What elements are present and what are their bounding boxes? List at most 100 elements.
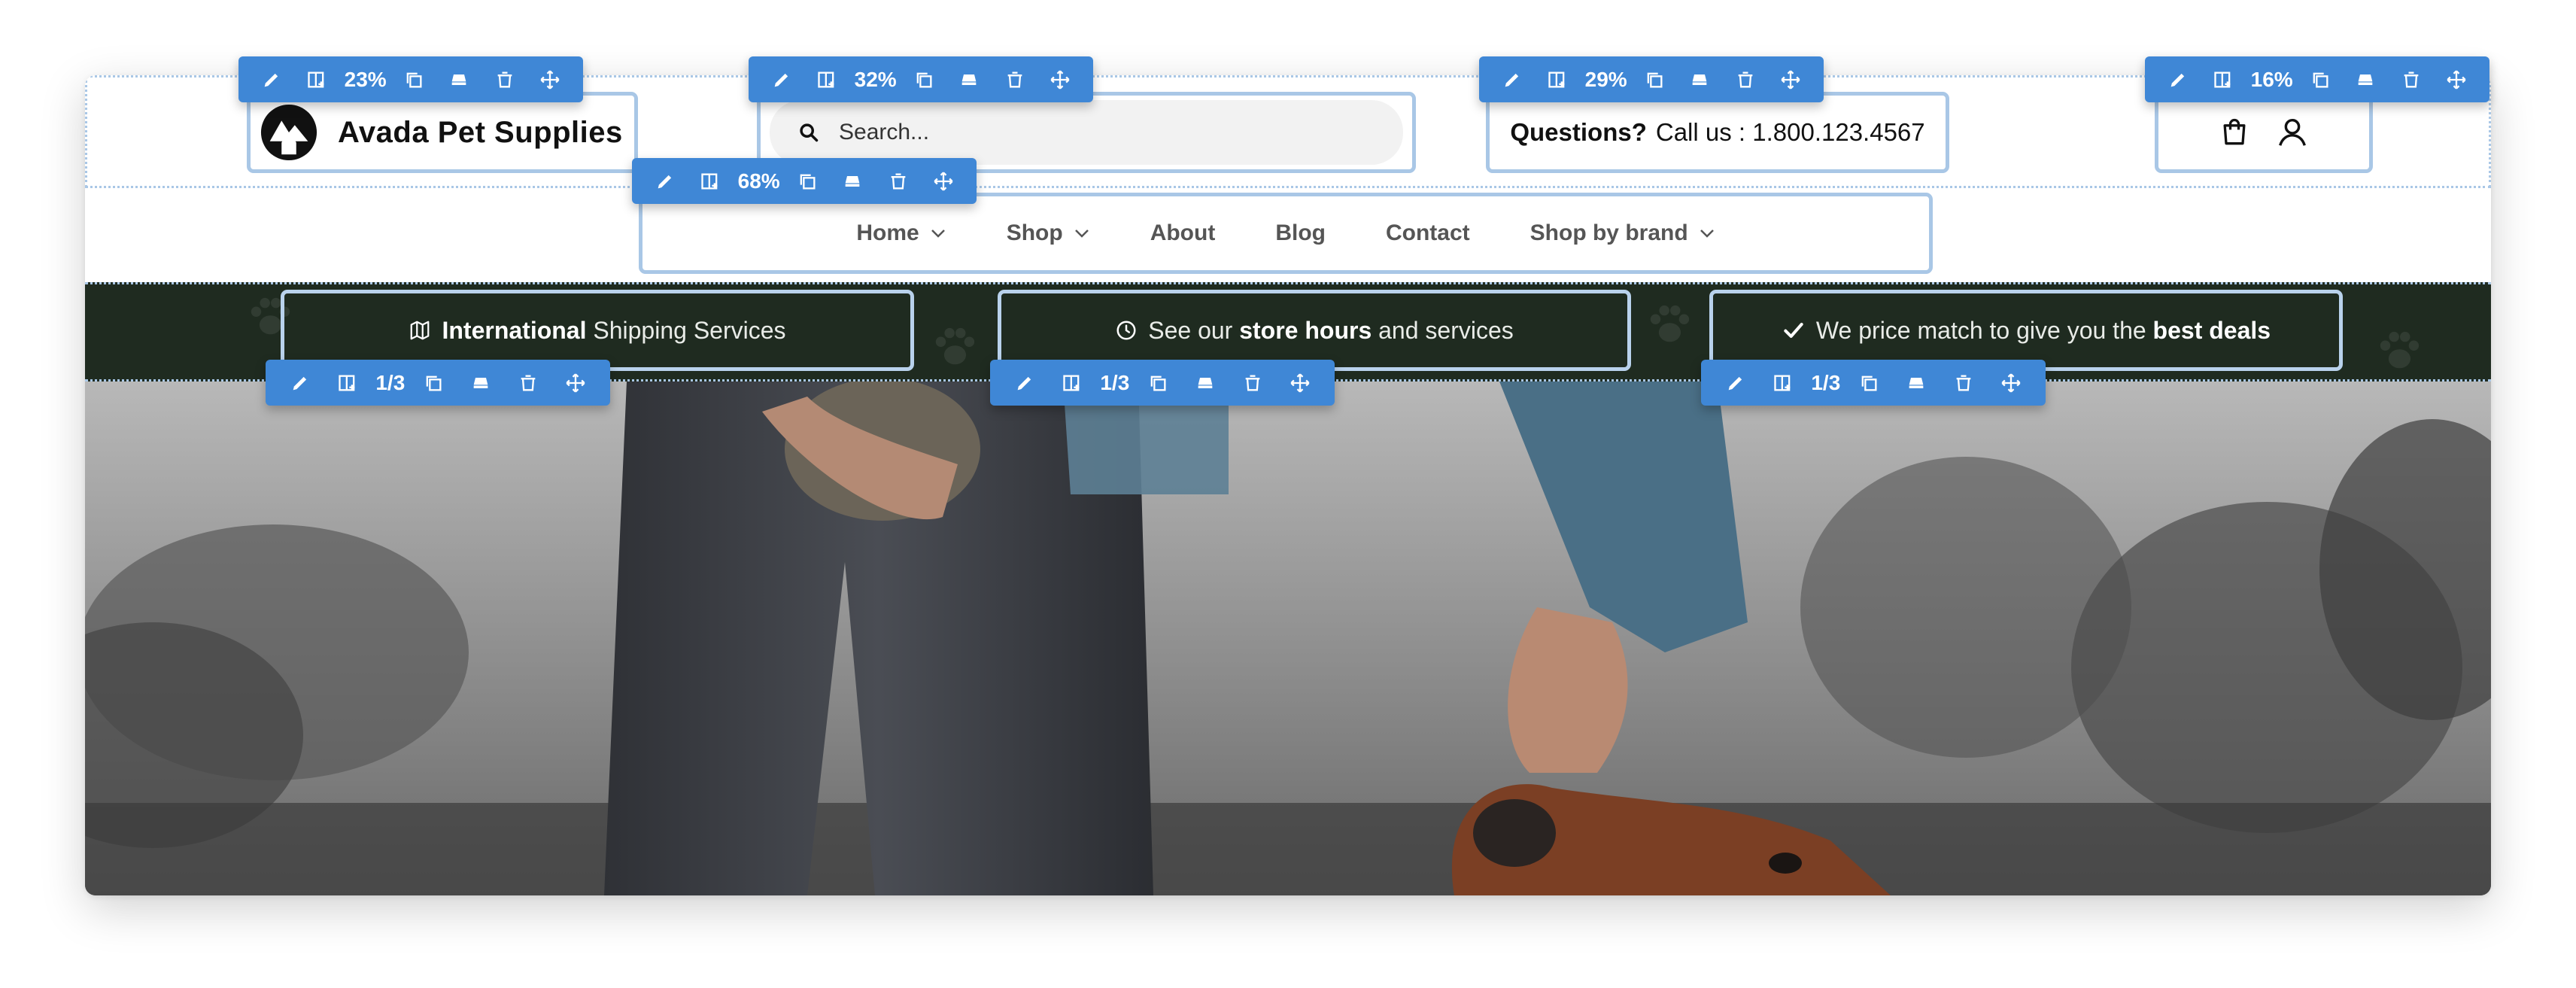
clock-icon	[1116, 321, 1136, 340]
column-settings-icon[interactable]	[804, 56, 849, 102]
save-icon[interactable]	[830, 158, 875, 204]
feature-text: See our store hours and services	[1148, 317, 1514, 345]
feature-price-match[interactable]: We price match to give you the best deal…	[1709, 290, 2343, 371]
move-icon[interactable]	[2434, 56, 2479, 102]
column-settings-icon[interactable]	[1759, 360, 1806, 406]
column-width-label[interactable]: 1/3	[371, 360, 409, 406]
nav-item-about[interactable]: About	[1150, 220, 1216, 246]
column-width-label[interactable]: 16%	[2246, 56, 2298, 102]
builder-canvas: Avada Pet Supplies Search... Questions? …	[85, 75, 2491, 895]
clone-icon[interactable]	[901, 56, 946, 102]
edit-icon[interactable]	[276, 360, 324, 406]
save-icon[interactable]	[436, 56, 481, 102]
column-width-label[interactable]: 23%	[340, 56, 391, 102]
nav-item-home[interactable]: Home	[856, 220, 946, 246]
column-width-label[interactable]: 1/3	[1806, 360, 1845, 406]
save-icon[interactable]	[1677, 56, 1722, 102]
shopping-bag-icon[interactable]	[2218, 116, 2251, 149]
column-width-label[interactable]: 1/3	[1095, 360, 1134, 406]
feature-bold: store hours	[1239, 316, 1372, 344]
column-width-label[interactable]: 29%	[1581, 56, 1632, 102]
clone-icon[interactable]	[391, 56, 436, 102]
save-icon[interactable]	[946, 56, 992, 102]
column-settings-icon[interactable]	[688, 158, 733, 204]
trash-icon[interactable]	[505, 360, 552, 406]
column-toolbar-icons[interactable]: 16%	[2145, 56, 2489, 102]
feature-text: We price match to give you the best deal…	[1816, 317, 2271, 345]
user-icon[interactable]	[2275, 115, 2310, 150]
feature-text: International Shipping Services	[442, 317, 785, 345]
column-width-label[interactable]: 68%	[734, 158, 785, 204]
edit-icon[interactable]	[249, 56, 294, 102]
contact-column[interactable]: Questions? Call us : 1.800.123.4567	[1486, 92, 1949, 173]
save-icon[interactable]	[1892, 360, 1940, 406]
edit-icon[interactable]	[1712, 360, 1759, 406]
nav-label: About	[1150, 220, 1216, 245]
nav-label: Shop by brand	[1530, 220, 1688, 245]
search-icon	[800, 123, 819, 142]
clone-icon[interactable]	[785, 158, 830, 204]
move-icon[interactable]	[1768, 56, 1813, 102]
save-icon[interactable]	[2343, 56, 2388, 102]
trash-icon[interactable]	[992, 56, 1037, 102]
edit-icon[interactable]	[759, 56, 804, 102]
nav-item-shop-by-brand[interactable]: Shop by brand	[1530, 220, 1715, 246]
icons-column[interactable]	[2155, 92, 2373, 173]
column-width-label[interactable]: 32%	[850, 56, 901, 102]
paw-pattern-icon	[1650, 305, 1690, 342]
trash-icon[interactable]	[1229, 360, 1277, 406]
move-icon[interactable]	[552, 360, 600, 406]
nav-item-blog[interactable]: Blog	[1275, 220, 1326, 246]
column-toolbar-search[interactable]: 32%	[749, 56, 1093, 102]
clone-icon[interactable]	[1845, 360, 1892, 406]
trash-icon[interactable]	[875, 158, 920, 204]
brand-name[interactable]: Avada Pet Supplies	[338, 116, 623, 150]
search-input[interactable]: Search...	[770, 100, 1403, 165]
column-settings-icon[interactable]	[324, 360, 371, 406]
edit-icon[interactable]	[2155, 56, 2201, 102]
nav-item-contact[interactable]: Contact	[1386, 220, 1470, 246]
column-toolbar-feature-1[interactable]: 1/3	[266, 360, 610, 406]
move-icon[interactable]	[1277, 360, 1324, 406]
column-settings-icon[interactable]	[1535, 56, 1580, 102]
column-settings-icon[interactable]	[294, 56, 339, 102]
column-settings-icon[interactable]	[1048, 360, 1095, 406]
trash-icon[interactable]	[1940, 360, 1988, 406]
paw-pattern-icon	[2380, 331, 2420, 369]
clone-icon[interactable]	[409, 360, 457, 406]
save-icon[interactable]	[457, 360, 504, 406]
trash-icon[interactable]	[1722, 56, 1767, 102]
move-icon[interactable]	[1988, 360, 2035, 406]
edit-icon[interactable]	[642, 158, 688, 204]
column-settings-icon[interactable]	[2201, 56, 2246, 102]
clone-icon[interactable]	[2298, 56, 2343, 102]
check-icon	[1784, 323, 1803, 338]
nav-label: Contact	[1385, 220, 1470, 245]
map-icon	[411, 321, 430, 340]
column-toolbar-contact[interactable]: 29%	[1479, 56, 1824, 102]
column-toolbar-brand[interactable]: 23%	[238, 56, 583, 102]
chevron-down-icon	[1074, 230, 1089, 238]
clone-icon[interactable]	[1632, 56, 1677, 102]
clone-icon[interactable]	[1134, 360, 1181, 406]
trash-icon[interactable]	[481, 56, 527, 102]
move-icon[interactable]	[1037, 56, 1083, 102]
trash-icon[interactable]	[2388, 56, 2433, 102]
main-navigation[interactable]: Home Shop About Blog Contact Shop by bra…	[639, 193, 1933, 274]
column-toolbar-feature-3[interactable]: 1/3	[1701, 360, 2046, 406]
logo-column[interactable]: Avada Pet Supplies	[247, 92, 638, 173]
nav-label: Shop	[1006, 220, 1063, 245]
move-icon[interactable]	[921, 158, 966, 204]
contact-label: Questions?	[1510, 118, 1647, 146]
move-icon[interactable]	[527, 56, 573, 102]
feature-bold: International	[442, 316, 587, 344]
column-toolbar-feature-2[interactable]: 1/3	[990, 360, 1335, 406]
nav-item-shop[interactable]: Shop	[1007, 220, 1090, 246]
feature-shipping[interactable]: International Shipping Services	[281, 290, 914, 371]
edit-icon[interactable]	[1490, 56, 1535, 102]
column-toolbar-nav[interactable]: 68%	[632, 158, 977, 204]
edit-icon[interactable]	[1001, 360, 1048, 406]
save-icon[interactable]	[1181, 360, 1229, 406]
feature-store-hours[interactable]: See our store hours and services	[998, 290, 1631, 371]
contact-phone[interactable]: Call us : 1.800.123.4567	[1656, 118, 1925, 147]
